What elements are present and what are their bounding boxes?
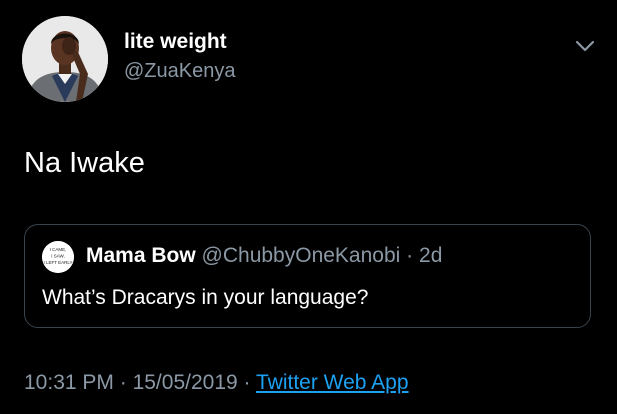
tweet-text: Na Iwake bbox=[24, 147, 145, 179]
quoted-tweet-age[interactable]: 2d bbox=[419, 244, 442, 267]
quoted-tweet-header: Mama Bow @ChubbyOneKanobi · 2d bbox=[86, 244, 442, 268]
quoted-separator-dot: · bbox=[406, 244, 414, 267]
quoted-tweet-text: What’s Dracarys in your language? bbox=[42, 286, 369, 309]
author-display-name[interactable]: lite weight bbox=[124, 30, 227, 54]
svg-text:I SAW,: I SAW, bbox=[51, 254, 65, 259]
svg-text:I CAME,: I CAME, bbox=[50, 247, 67, 252]
author-handle[interactable]: @ZuaKenya bbox=[124, 60, 235, 83]
svg-text:I LEFT EARLY: I LEFT EARLY bbox=[43, 260, 72, 265]
tweet-source-link[interactable]: Twitter Web App bbox=[256, 371, 409, 394]
tweet-meta: 10:31 PM · 15/05/2019 · Twitter Web App bbox=[24, 371, 409, 395]
meta-separator-2: · bbox=[243, 371, 251, 394]
author-avatar[interactable] bbox=[22, 16, 108, 102]
tweet-date[interactable]: 15/05/2019 bbox=[133, 371, 238, 394]
quoted-tweet-card[interactable]: I CAME, I SAW, I LEFT EARLY Mama Bow @Ch… bbox=[24, 224, 591, 328]
chevron-down-icon[interactable] bbox=[574, 36, 596, 56]
meta-separator-1: · bbox=[119, 371, 127, 394]
tweet-time[interactable]: 10:31 PM bbox=[24, 371, 114, 394]
quoted-author-avatar[interactable]: I CAME, I SAW, I LEFT EARLY bbox=[42, 241, 74, 273]
quoted-author-display-name[interactable]: Mama Bow bbox=[86, 244, 196, 267]
quoted-author-handle[interactable]: @ChubbyOneKanobi bbox=[202, 244, 401, 267]
author-avatar-image bbox=[22, 16, 108, 102]
quoted-header-separator: · bbox=[400, 244, 419, 267]
quoted-author-avatar-image: I CAME, I SAW, I LEFT EARLY bbox=[42, 241, 74, 273]
